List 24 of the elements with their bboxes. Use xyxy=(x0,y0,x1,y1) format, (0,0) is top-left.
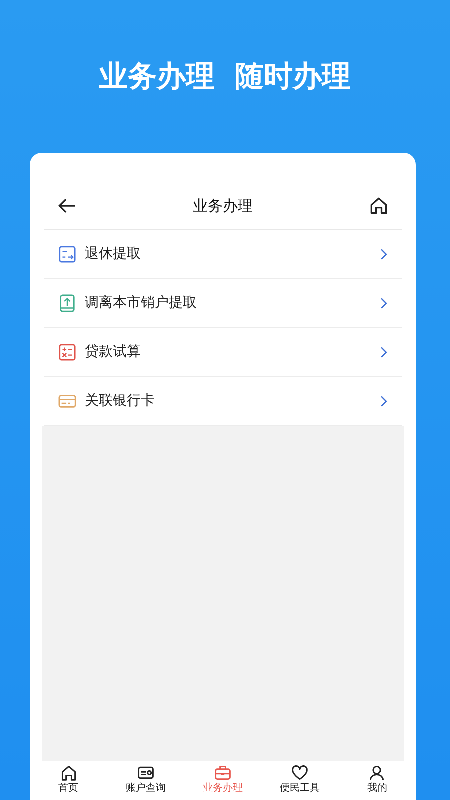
item-label: 关联银行卡 xyxy=(85,392,156,410)
list-item[interactable]: 退休提取 xyxy=(44,230,402,279)
home-icon xyxy=(60,764,78,782)
home-icon[interactable] xyxy=(368,195,390,217)
nav-tab[interactable]: 账户查询 xyxy=(107,764,184,800)
nav-tab[interactable]: 首页 xyxy=(30,764,108,800)
id-card-icon xyxy=(136,764,155,782)
user-icon xyxy=(368,764,386,782)
item-label: 退休提取 xyxy=(85,245,142,263)
chevron-right-icon xyxy=(380,394,388,408)
list-item[interactable]: 贷款试算 xyxy=(44,328,402,377)
briefcase-icon xyxy=(214,764,232,782)
page-title: 业务办理 xyxy=(193,196,253,216)
banner-title: 业务办理 随时办理 xyxy=(98,58,352,95)
chevron-right-icon xyxy=(380,346,388,358)
item-label: 贷款试算 xyxy=(85,343,142,361)
chevron-right-icon xyxy=(380,248,388,260)
list-item[interactable]: 调离本市销户提取 xyxy=(44,279,402,328)
chevron-right-icon xyxy=(380,296,388,310)
nav-tab[interactable]: 便民工具 xyxy=(262,764,339,800)
nav-tab[interactable]: 业务办理 xyxy=(184,764,262,800)
item-label: 调离本市销户提取 xyxy=(85,294,198,312)
nav-tab[interactable]: 我的 xyxy=(338,764,416,800)
heart-icon xyxy=(291,764,310,782)
